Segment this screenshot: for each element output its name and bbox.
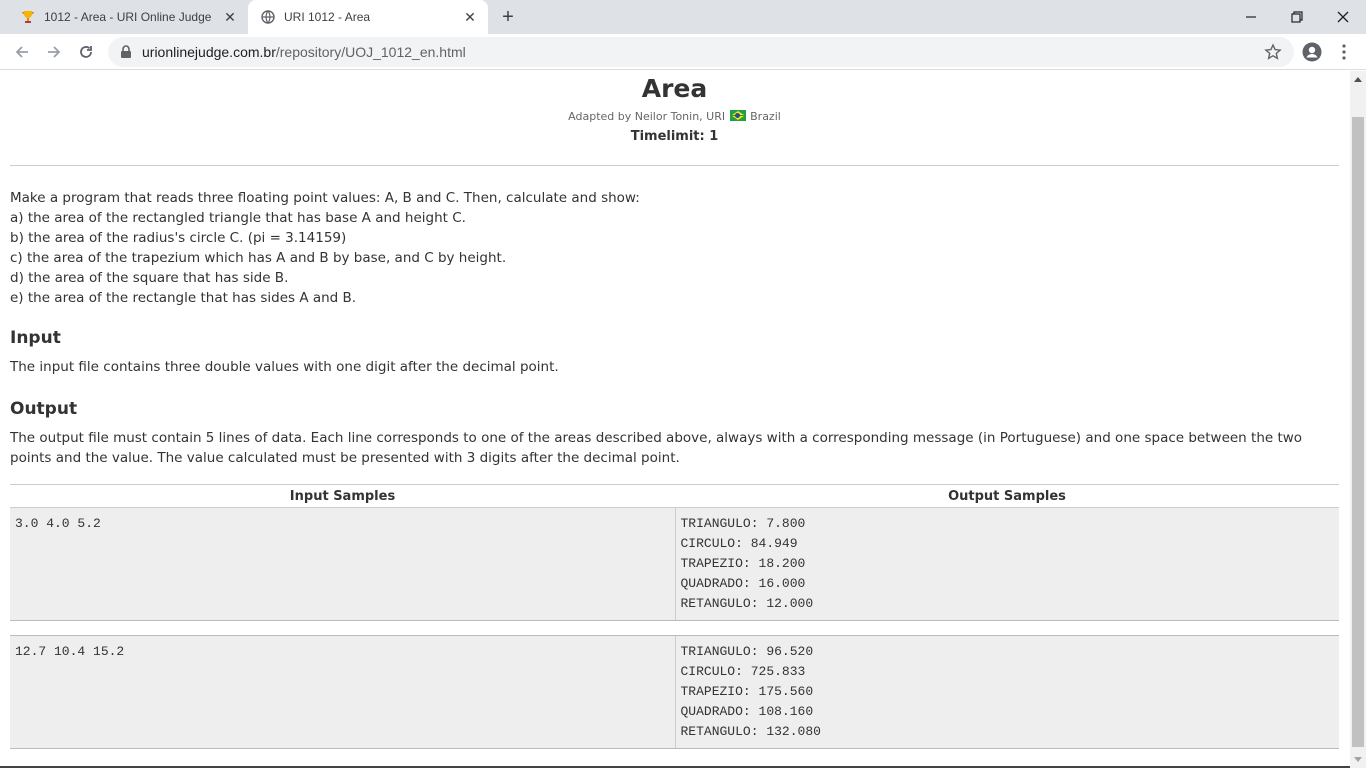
globe-icon [260, 9, 276, 25]
country-text: Brazil [750, 110, 781, 123]
description-line: Make a program that reads three floating… [10, 190, 640, 206]
spacer-cell [675, 620, 1339, 636]
url-host: urionlinejudge.com.br [142, 44, 276, 60]
sample-input-cell[interactable]: 3.0 4.0 5.2 [10, 507, 676, 621]
problem-content: Area Adapted by Neilor Tonin, URI Brazil… [10, 71, 1339, 749]
forward-arrow-icon[interactable] [42, 40, 66, 64]
minimize-icon[interactable] [1228, 0, 1274, 34]
address-bar[interactable]: urionlinejudge.com.br/repository/UOJ_101… [108, 37, 1294, 67]
tab-strip: 1012 - Area - URI Online Judge ✕ URI 101… [0, 0, 1366, 34]
sample-line: 12.7 10.4 15.2 [15, 644, 125, 659]
problem-title: Area [641, 74, 708, 103]
tab-title: 1012 - Area - URI Online Judge [44, 10, 212, 24]
new-tab-icon[interactable]: + [498, 7, 518, 27]
sample-line: QUADRADO: 108.160 [680, 704, 814, 719]
description-line: d) the area of the square that has side … [10, 270, 289, 286]
sample-line: TRIANGULO: 7.800 [680, 516, 806, 531]
sample-line: RETANGULO: 132.080 [680, 724, 821, 739]
problem-header: Area Adapted by Neilor Tonin, URI Brazil… [10, 73, 1339, 145]
output-heading: Output [10, 399, 78, 419]
lock-icon[interactable] [120, 45, 132, 64]
description-line: b) the area of the radius's circle C. (p… [10, 230, 347, 246]
brazil-flag-icon [729, 110, 746, 121]
sample-line: CIRCULO: 725.833 [680, 664, 806, 679]
sample-output-cell[interactable]: TRIANGULO: 96.520 CIRCULO: 725.833 TRAPE… [675, 635, 1339, 749]
description-line: a) the area of the rectangled triangle t… [10, 210, 466, 226]
output-text: The output file must contain 5 lines of … [10, 430, 1303, 466]
sample-line: TRAPEZIO: 175.560 [680, 684, 814, 699]
row-spacer [10, 620, 1339, 636]
close-icon[interactable]: ✕ [462, 9, 478, 25]
window-close-icon[interactable] [1320, 0, 1366, 34]
description-line: e) the area of the rectangle that has si… [10, 290, 357, 306]
close-icon[interactable]: ✕ [222, 9, 238, 25]
sample-line: TRAPEZIO: 18.200 [680, 556, 806, 571]
input-samples-header: Input Samples [10, 484, 675, 508]
sample-row: 12.7 10.4 15.2 TRIANGULO: 96.520 CIRCULO… [10, 635, 1339, 749]
input-heading: Input [10, 328, 61, 348]
sample-row: 3.0 4.0 5.2 TRIANGULO: 7.800 CIRCULO: 84… [10, 507, 1339, 621]
problem-description: Make a program that reads three floating… [10, 188, 1339, 308]
adapted-by: Adapted by Neilor Tonin, URI Brazil [10, 110, 1339, 124]
sample-output-cell[interactable]: TRIANGULO: 7.800 CIRCULO: 84.949 TRAPEZI… [675, 507, 1339, 621]
trophy-icon [20, 9, 36, 25]
output-samples-header: Output Samples [675, 484, 1339, 508]
scrollbar-thumb[interactable] [1352, 117, 1364, 747]
sample-line: TRIANGULO: 96.520 [680, 644, 814, 659]
sample-line: 3.0 4.0 5.2 [15, 516, 101, 531]
reload-icon[interactable] [74, 40, 98, 64]
url-text[interactable]: urionlinejudge.com.br/repository/UOJ_101… [142, 44, 466, 60]
divider [10, 165, 1339, 166]
tab-uri-1012-area[interactable]: URI 1012 - Area ✕ [248, 0, 488, 34]
url-path: /repository/UOJ_1012_en.html [275, 44, 466, 60]
sample-line: QUADRADO: 16.000 [680, 576, 806, 591]
sample-line: RETANGULO: 12.000 [680, 596, 814, 611]
scroll-up-arrow-icon[interactable] [1354, 77, 1362, 82]
profile-avatar-icon[interactable] [1300, 40, 1324, 64]
tab-uri-online-judge[interactable]: 1012 - Area - URI Online Judge ✕ [8, 0, 248, 34]
input-text: The input file contains three double val… [10, 359, 559, 375]
scroll-down-arrow-icon[interactable] [1354, 757, 1362, 762]
samples-table: Input Samples Output Samples 3.0 4.0 5.2… [10, 484, 1339, 749]
spacer-cell [10, 620, 675, 636]
timelimit: Timelimit: 1 [630, 129, 719, 144]
vertical-scrollbar[interactable] [1350, 71, 1366, 768]
back-arrow-icon[interactable] [10, 40, 34, 64]
bookmark-star-icon[interactable] [1264, 43, 1282, 66]
kebab-menu-icon[interactable] [1332, 40, 1356, 64]
browser-toolbar: urionlinejudge.com.br/repository/UOJ_101… [0, 34, 1366, 70]
description-line: c) the area of the trapezium which has A… [10, 250, 507, 266]
page-viewport: Area Adapted by Neilor Tonin, URI Brazil… [0, 71, 1350, 768]
restore-icon[interactable] [1274, 0, 1320, 34]
tab-title: URI 1012 - Area [284, 10, 371, 24]
author-text: Adapted by Neilor Tonin, URI [568, 110, 726, 123]
sample-line: CIRCULO: 84.949 [680, 536, 798, 551]
sample-input-cell[interactable]: 12.7 10.4 15.2 [10, 635, 676, 749]
